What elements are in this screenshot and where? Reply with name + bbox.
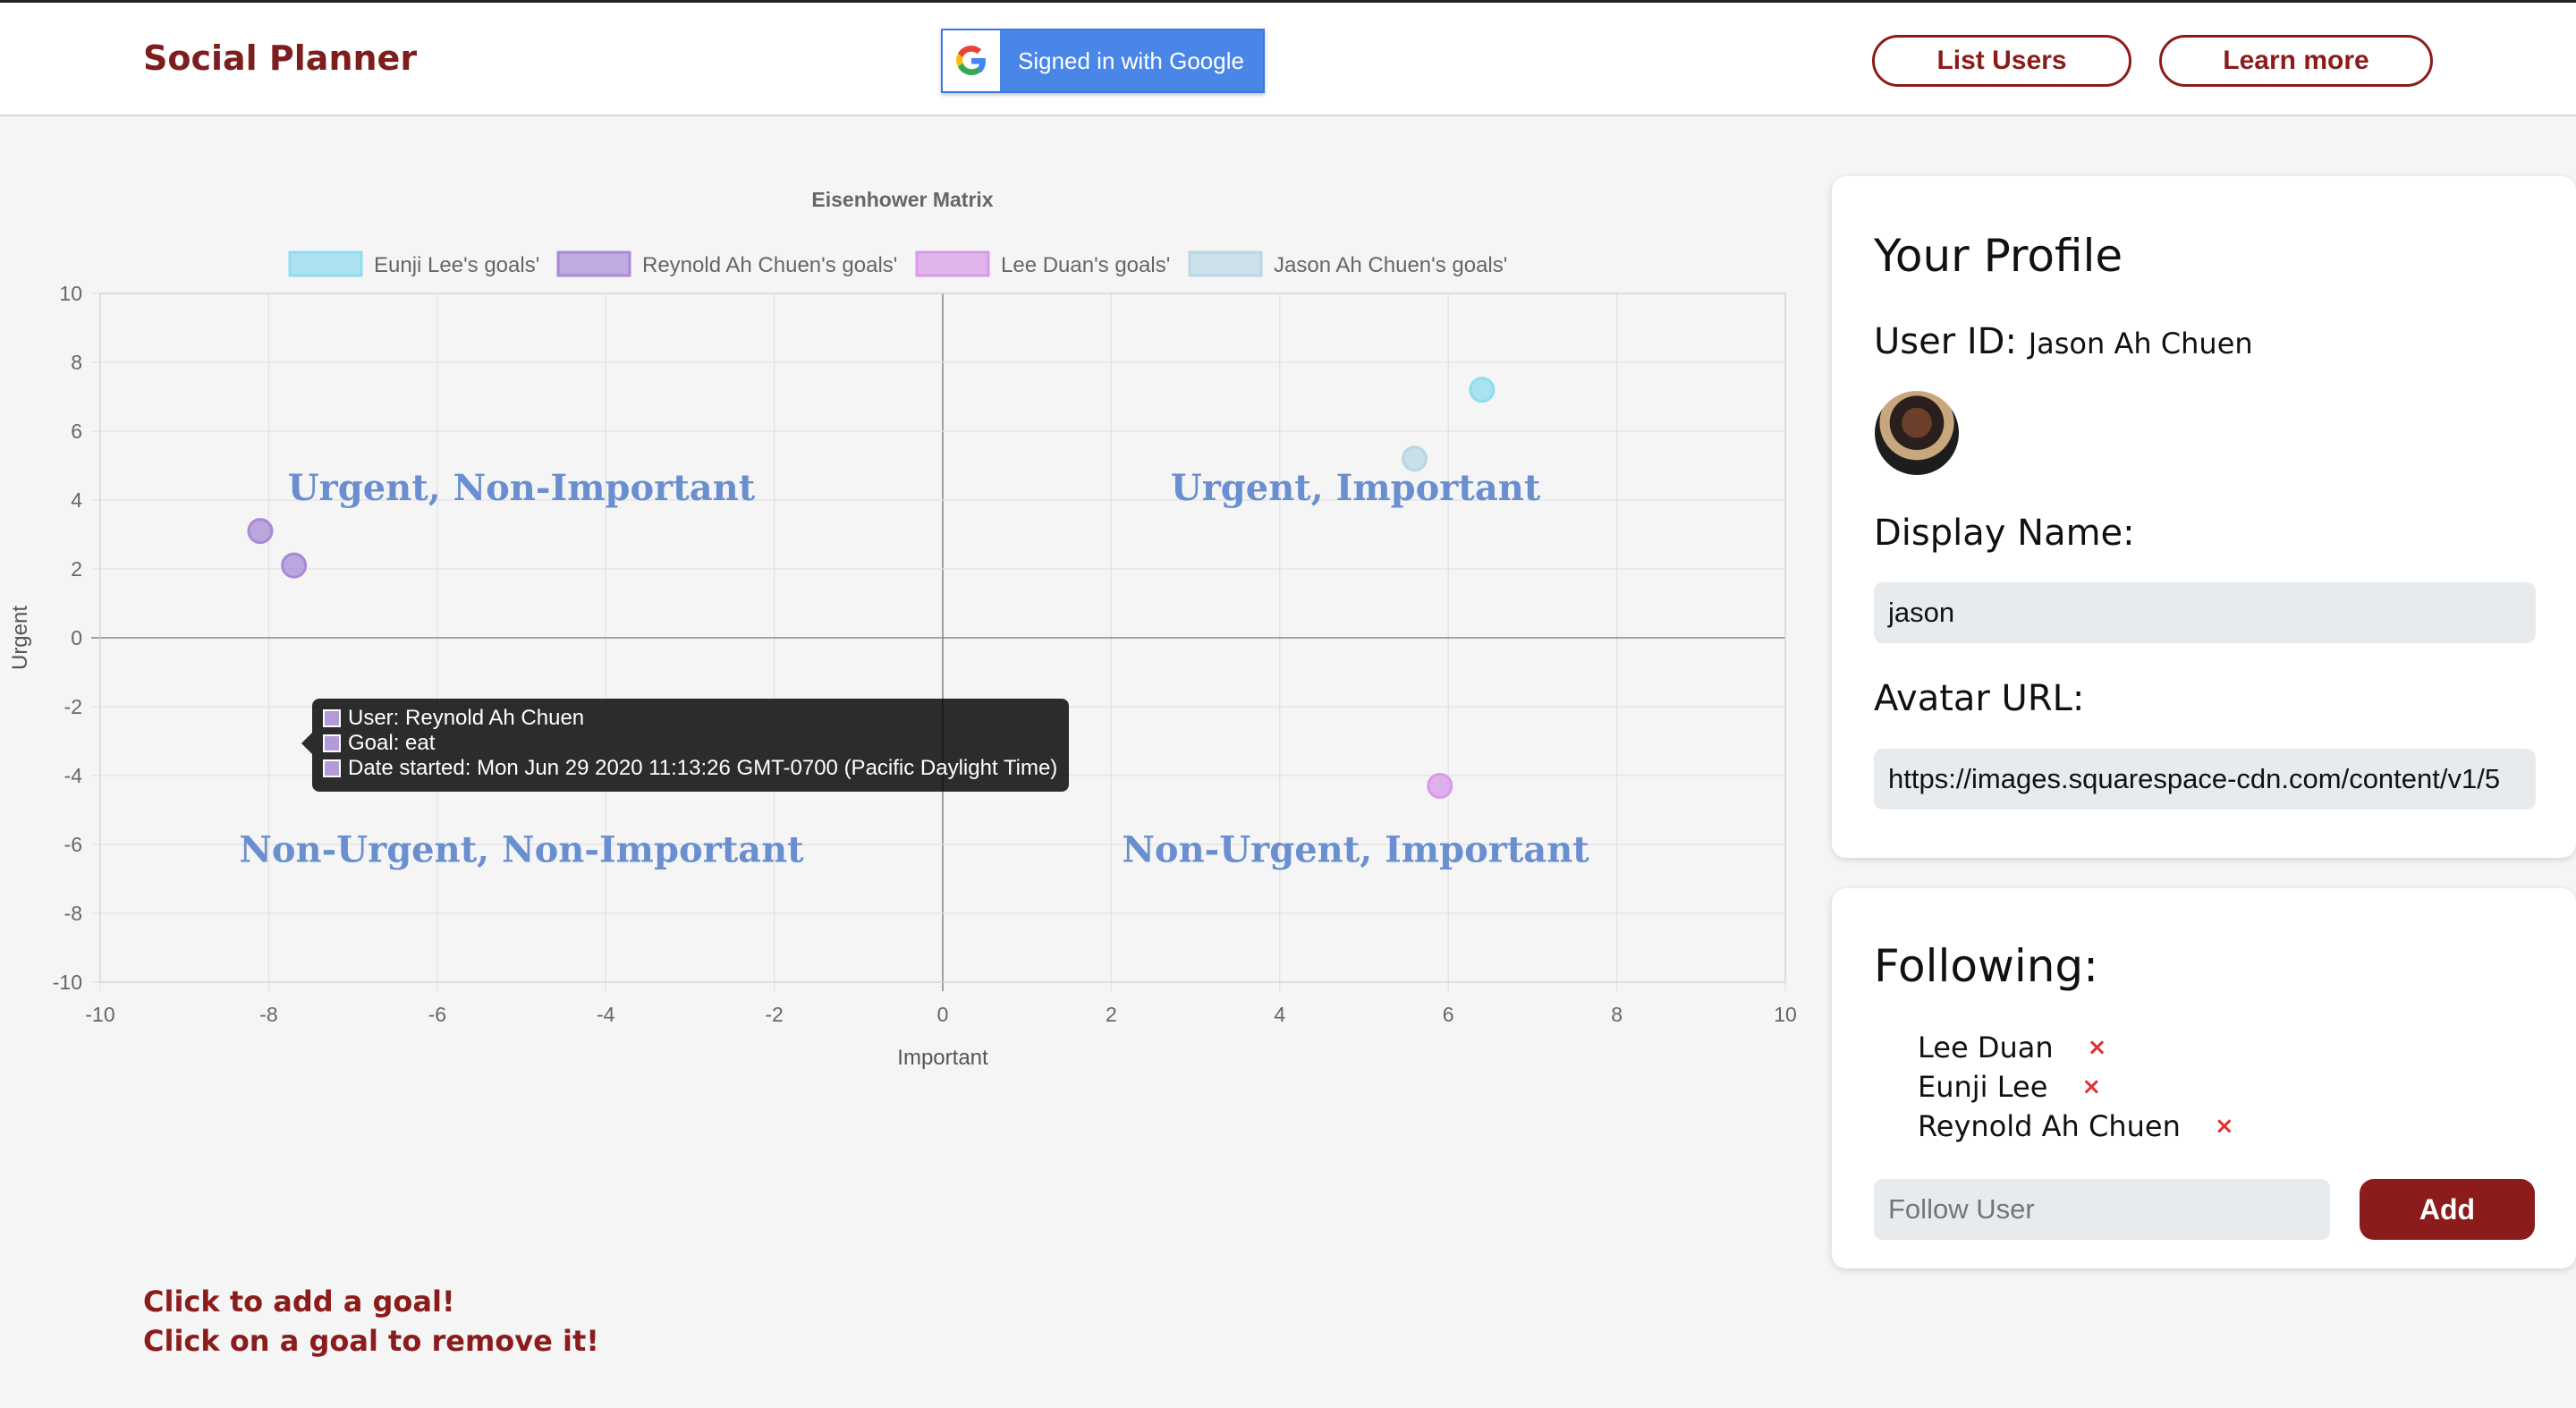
- y-tick-label: 8: [71, 351, 82, 374]
- y-tick-label: 10: [59, 282, 82, 305]
- legend-swatch: [915, 250, 990, 277]
- tooltip-date-row: Date started: Mon Jun 29 2020 11:13:26 G…: [323, 756, 1058, 781]
- tooltip-goal: Goal: eat: [348, 731, 436, 755]
- x-tick-label: 6: [1443, 1003, 1454, 1026]
- x-tick-label: 0: [937, 1003, 949, 1026]
- goal-point[interactable]: [247, 518, 274, 545]
- add-follow-button[interactable]: Add: [2360, 1179, 2535, 1240]
- followed-user-name: Reynold Ah Chuen: [1918, 1109, 2181, 1143]
- tooltip-user: User: Reynold Ah Chuen: [348, 706, 585, 730]
- top-navbar: Social Planner Signed in with Google Lis…: [0, 0, 2576, 116]
- x-tick-label: -10: [85, 1003, 114, 1026]
- list-item: Lee Duan ×: [1918, 1028, 2234, 1067]
- tooltip-goal-row: Goal: eat: [323, 731, 1058, 756]
- tooltip-user-row: User: Reynold Ah Chuen: [323, 706, 1058, 731]
- user-id-row: User ID: Jason Ah Chuen: [1874, 321, 2253, 362]
- y-tick-label: -8: [64, 902, 82, 925]
- remove-goal-hint: Click on a goal to remove it!: [143, 1324, 599, 1358]
- tooltip-swatch: [323, 759, 341, 777]
- quadrant-label-top-left: Urgent, Non-Important: [288, 467, 756, 509]
- display-name-field[interactable]: jason: [1874, 582, 2536, 643]
- profile-title: Your Profile: [1874, 230, 2123, 282]
- user-id-value: Jason Ah Chuen: [2028, 327, 2253, 360]
- legend-swatch: [1188, 250, 1263, 277]
- list-users-button[interactable]: List Users: [1872, 35, 2131, 87]
- profile-card: Your Profile User ID: Jason Ah Chuen Dis…: [1832, 176, 2576, 858]
- add-goal-hint: Click to add a goal!: [143, 1285, 455, 1319]
- chart-canvas[interactable]: Eisenhower Matrix Eunji Lee's goals' Reyno…: [0, 179, 1807, 1073]
- x-tick-label: -2: [765, 1003, 783, 1026]
- tooltip-swatch: [323, 734, 341, 752]
- followed-user-name: Lee Duan: [1918, 1031, 2054, 1064]
- x-tick-label: -6: [428, 1003, 446, 1026]
- google-logo-icon: [943, 30, 1000, 91]
- y-tick-label: 2: [71, 557, 82, 581]
- legend-label: Eunji Lee's goals': [374, 253, 539, 277]
- legend-swatch: [288, 250, 363, 277]
- avatar: [1875, 391, 1959, 475]
- eisenhower-chart[interactable]: Eisenhower Matrix Eunji Lee's goals' Reyno…: [0, 179, 1807, 1073]
- follow-user-input[interactable]: [1874, 1179, 2330, 1240]
- goal-point[interactable]: [1402, 445, 1428, 472]
- y-tick-label: -2: [64, 695, 82, 718]
- tooltip-date: Date started: Mon Jun 29 2020 11:13:26 G…: [348, 756, 1058, 780]
- remove-user-icon[interactable]: ×: [2081, 1073, 2101, 1100]
- app-brand[interactable]: Social Planner: [143, 38, 417, 78]
- goal-point[interactable]: [1427, 773, 1453, 800]
- list-item: Reynold Ah Chuen ×: [1918, 1107, 2234, 1146]
- following-title: Following:: [1874, 940, 2099, 992]
- list-item: Eunji Lee ×: [1918, 1067, 2234, 1107]
- remove-user-icon[interactable]: ×: [2215, 1113, 2234, 1140]
- y-tick-label: 6: [71, 420, 82, 443]
- followed-user-name: Eunji Lee: [1918, 1070, 2048, 1104]
- following-card: Following: Lee Duan × Eunji Lee × Reynol…: [1832, 888, 2576, 1268]
- y-tick-label: -6: [64, 833, 82, 856]
- x-tick-label: -8: [259, 1003, 277, 1026]
- goal-point[interactable]: [1469, 377, 1496, 403]
- legend-label: Jason Ah Chuen's goals': [1274, 253, 1507, 277]
- y-axis-title: Urgent: [8, 606, 32, 670]
- goal-tooltip: User: Reynold Ah Chuen Goal: eat Date st…: [301, 699, 1069, 792]
- avatar-url-label: Avatar URL:: [1874, 678, 2085, 719]
- quadrant-label-bottom-left: Non-Urgent, Non-Important: [239, 828, 804, 870]
- x-tick-label: 2: [1106, 1003, 1117, 1026]
- legend-label: Lee Duan's goals': [1001, 253, 1170, 277]
- y-tick-label: 4: [71, 488, 82, 512]
- chart-title: Eisenhower Matrix: [811, 188, 993, 211]
- x-tick-label: 4: [1274, 1003, 1285, 1026]
- tooltip-swatch: [323, 709, 341, 727]
- quadrant-label-top-right: Urgent, Important: [1171, 467, 1541, 509]
- x-axis-title: Important: [897, 1046, 988, 1070]
- avatar-url-field[interactable]: https://images.squarespace-cdn.com/conte…: [1874, 749, 2536, 810]
- y-tick-label: -4: [64, 764, 83, 787]
- following-list: Lee Duan × Eunji Lee × Reynold Ah Chuen …: [1918, 1028, 2234, 1146]
- x-tick-label: 10: [1774, 1003, 1797, 1026]
- goal-point[interactable]: [281, 552, 308, 579]
- y-tick-label: -10: [53, 971, 82, 994]
- display-name-label: Display Name:: [1874, 513, 2135, 554]
- user-id-label: User ID:: [1874, 321, 2017, 362]
- x-tick-label: 8: [1611, 1003, 1623, 1026]
- y-tick-label: 0: [71, 626, 82, 649]
- google-signin-button[interactable]: Signed in with Google: [941, 29, 1265, 93]
- remove-user-icon[interactable]: ×: [2088, 1034, 2107, 1061]
- legend-label: Reynold Ah Chuen's goals': [642, 253, 897, 277]
- google-signin-label: Signed in with Google: [1018, 47, 1244, 74]
- quadrant-label-bottom-right: Non-Urgent, Important: [1122, 828, 1589, 870]
- learn-more-button[interactable]: Learn more: [2159, 35, 2433, 87]
- x-tick-label: -4: [597, 1003, 615, 1026]
- legend-swatch: [556, 250, 631, 277]
